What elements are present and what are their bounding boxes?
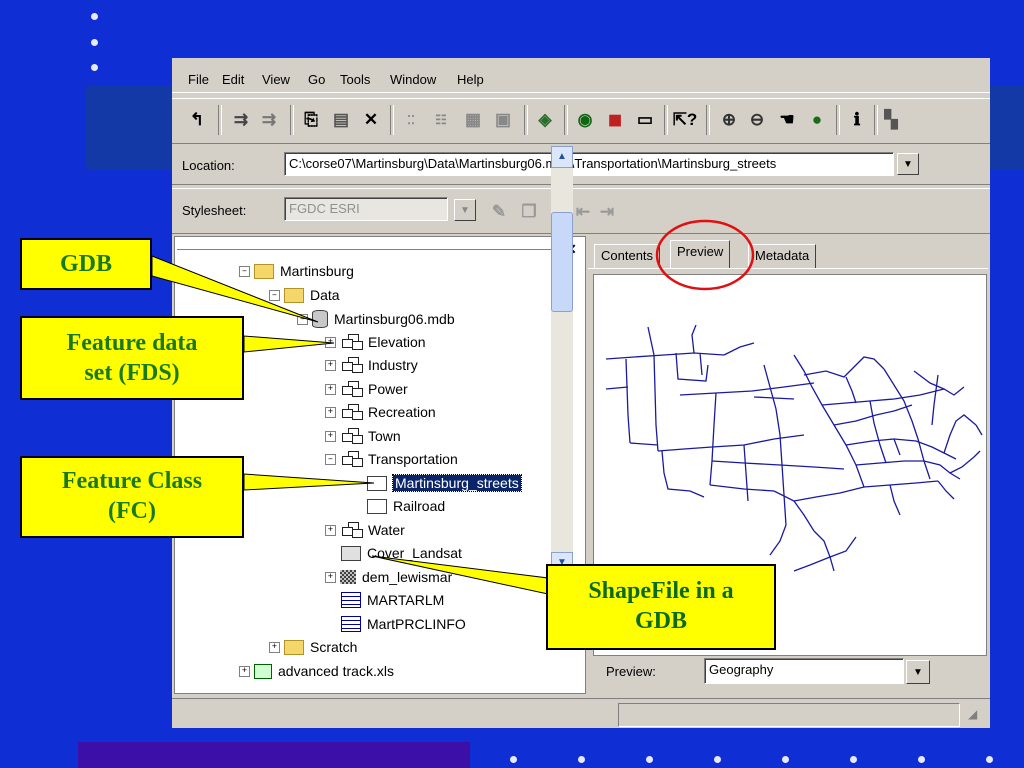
callout-fds: Feature data set (FDS)	[20, 316, 244, 400]
callout-text: Feature Class	[61, 468, 203, 494]
callout-text: GDB	[634, 608, 687, 634]
callout-fc: Feature Class (FC)	[20, 456, 244, 538]
callout-text: Feature data	[66, 330, 198, 356]
tab-preview[interactable]: Preview	[670, 240, 731, 268]
callout-text: GDB	[59, 251, 112, 277]
callout-text: (FC)	[108, 498, 156, 524]
callout-text: set (FDS)	[84, 360, 180, 386]
callout-text: ShapeFile in a	[588, 578, 734, 604]
callout-shapefile: ShapeFile in a GDB	[546, 564, 776, 650]
callout-gdb: GDB	[20, 238, 152, 290]
